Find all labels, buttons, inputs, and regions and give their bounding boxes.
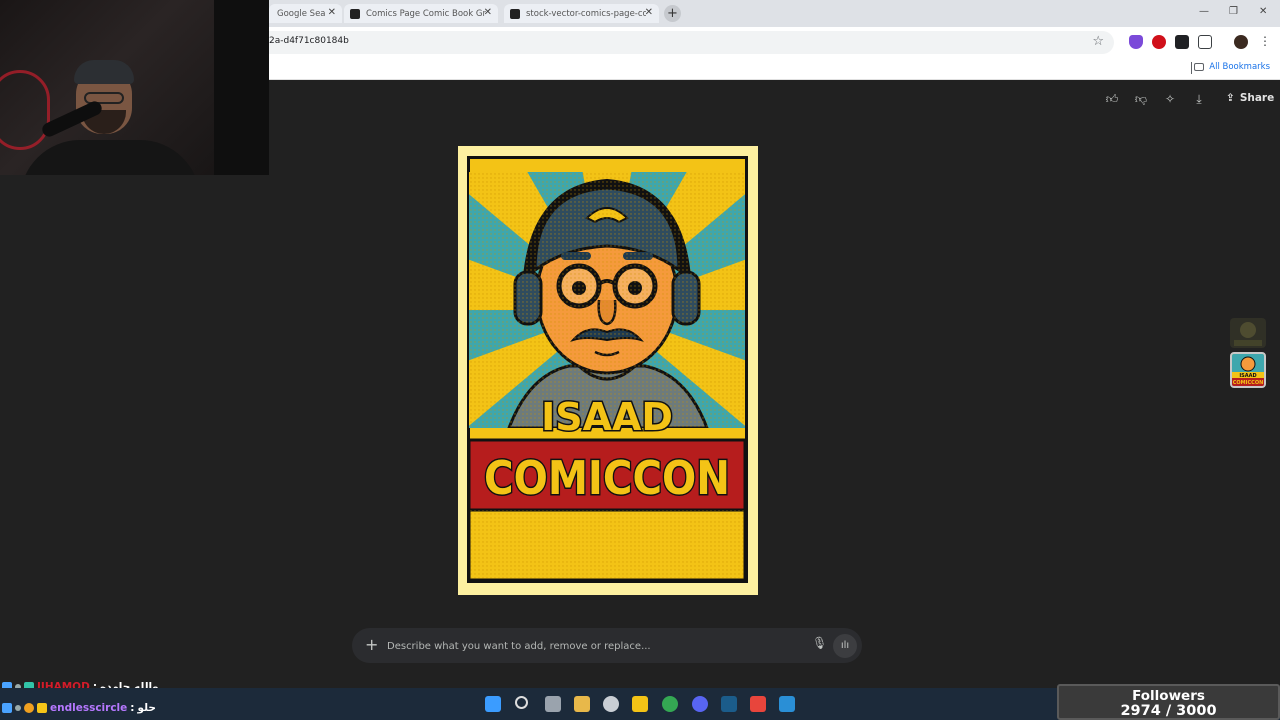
settings-icon[interactable] — [603, 696, 619, 712]
edit-prompt-bar: + 🎙︎ ılı — [352, 628, 862, 663]
thumbnail-art — [1234, 322, 1262, 346]
edit-sparkle-icon[interactable]: ✧ — [1161, 90, 1179, 108]
tab-title: stock-vector-comics-page-con — [526, 8, 646, 19]
search-icon[interactable] — [515, 696, 528, 709]
puzzle-icon[interactable] — [1198, 35, 1212, 49]
task-view-icon[interactable] — [545, 696, 561, 712]
followers-count: 2974 / 3000 — [1120, 703, 1217, 719]
badge-icon — [24, 703, 34, 713]
acoustic-panel — [214, 0, 269, 175]
new-tab-button[interactable]: + — [664, 5, 681, 22]
tab-google-search[interactable]: Google Sea ✕ — [269, 4, 342, 23]
badge-icon — [15, 705, 21, 711]
thumbnail-current[interactable]: ISAAD COMICCON — [1230, 352, 1266, 388]
restore-icon[interactable]: ❐ — [1229, 6, 1238, 17]
thumbnail-previous[interactable] — [1230, 318, 1266, 348]
shield-extension-icon[interactable] — [1129, 35, 1143, 49]
kebab-menu-icon[interactable]: ⋮ — [1259, 34, 1271, 48]
close-window-icon[interactable]: ✕ — [1259, 6, 1267, 17]
cable — [0, 70, 50, 150]
poster-event-text: COMICCON — [484, 451, 730, 505]
minimize-icon[interactable]: — — [1199, 6, 1209, 17]
streamer — [68, 58, 140, 148]
steam-icon[interactable] — [721, 696, 737, 712]
thumbnail-art: ISAAD COMICCON — [1232, 354, 1264, 386]
prompt-input[interactable] — [387, 635, 807, 657]
thumbs-up-icon[interactable]: 👍︎ — [1103, 90, 1121, 108]
thumbnail-event-text: COMICCON — [1233, 380, 1264, 386]
followers-label: Followers — [1132, 688, 1205, 704]
folder-icon — [1194, 63, 1205, 71]
chrome-icon[interactable] — [662, 696, 678, 712]
chat-username: endlesscircle — [50, 702, 128, 714]
comic-poster-art: ISAAD COMICCON — [469, 172, 745, 580]
all-bookmarks-label: All Bookmarks — [1209, 62, 1270, 72]
extension-icon[interactable] — [1175, 35, 1189, 49]
brave-icon[interactable] — [750, 696, 766, 712]
favicon-icon — [510, 8, 520, 19]
share-label: Share — [1239, 92, 1275, 104]
poster-name-text: ISAAD — [541, 395, 673, 439]
generated-image[interactable]: ISAAD COMICCON — [458, 146, 758, 595]
close-icon[interactable]: ✕ — [328, 7, 336, 18]
tab-title: Comics Page Comic Book Grid — [366, 8, 486, 19]
chat-separator: : — [130, 702, 135, 714]
add-icon[interactable]: + — [365, 635, 378, 654]
windows-start-icon[interactable] — [485, 696, 501, 712]
share-button[interactable]: ⇪ Share — [1220, 86, 1275, 110]
address-bar[interactable]: 2a-d4f71c80184b ☆ — [269, 31, 1114, 54]
tab-title: Google Sea — [277, 8, 326, 19]
badge-icon — [37, 703, 47, 713]
favicon-icon — [350, 8, 360, 19]
voice-mode-icon[interactable]: ılı — [833, 634, 857, 658]
browser-toolbar: 2a-d4f71c80184b ☆ ⋮ — [269, 27, 1280, 58]
download-icon[interactable]: ⤓ — [1190, 90, 1208, 108]
tab-comics-page[interactable]: Comics Page Comic Book Grid ✕ — [344, 4, 498, 23]
store-icon[interactable] — [574, 696, 590, 712]
close-icon[interactable]: ✕ — [484, 7, 492, 18]
opera-extension-icon[interactable] — [1152, 35, 1166, 49]
discord-icon[interactable] — [692, 696, 708, 712]
all-bookmarks-button[interactable]: All Bookmarks — [1194, 62, 1270, 72]
chat-message: endlesscircle : حلو — [2, 700, 156, 716]
webcam-overlay — [0, 0, 269, 175]
close-icon[interactable]: ✕ — [645, 7, 653, 18]
tab-stock-vector[interactable]: stock-vector-comics-page-con ✕ — [504, 4, 659, 23]
url-text: 2a-d4f71c80184b — [269, 36, 349, 46]
bookmark-star-icon[interactable]: ☆ — [1092, 34, 1104, 49]
chat-text: حلو — [137, 702, 156, 714]
app-icon[interactable] — [779, 696, 795, 712]
microphone-icon[interactable]: 🎙︎ — [812, 636, 827, 650]
badge-icon — [2, 703, 12, 713]
followers-goal-widget: Followers 2974 / 3000 — [1057, 684, 1280, 720]
divider — [1191, 62, 1192, 74]
bookmarks-bar: All Bookmarks — [269, 58, 1280, 80]
share-icon: ⇪ — [1226, 92, 1235, 104]
file-explorer-icon[interactable] — [632, 696, 648, 712]
thumbs-down-icon[interactable]: 👎︎ — [1132, 90, 1150, 108]
browser-tabstrip: Google Sea ✕ Comics Page Comic Book Grid… — [269, 0, 1280, 27]
profile-avatar-icon[interactable] — [1234, 35, 1248, 49]
